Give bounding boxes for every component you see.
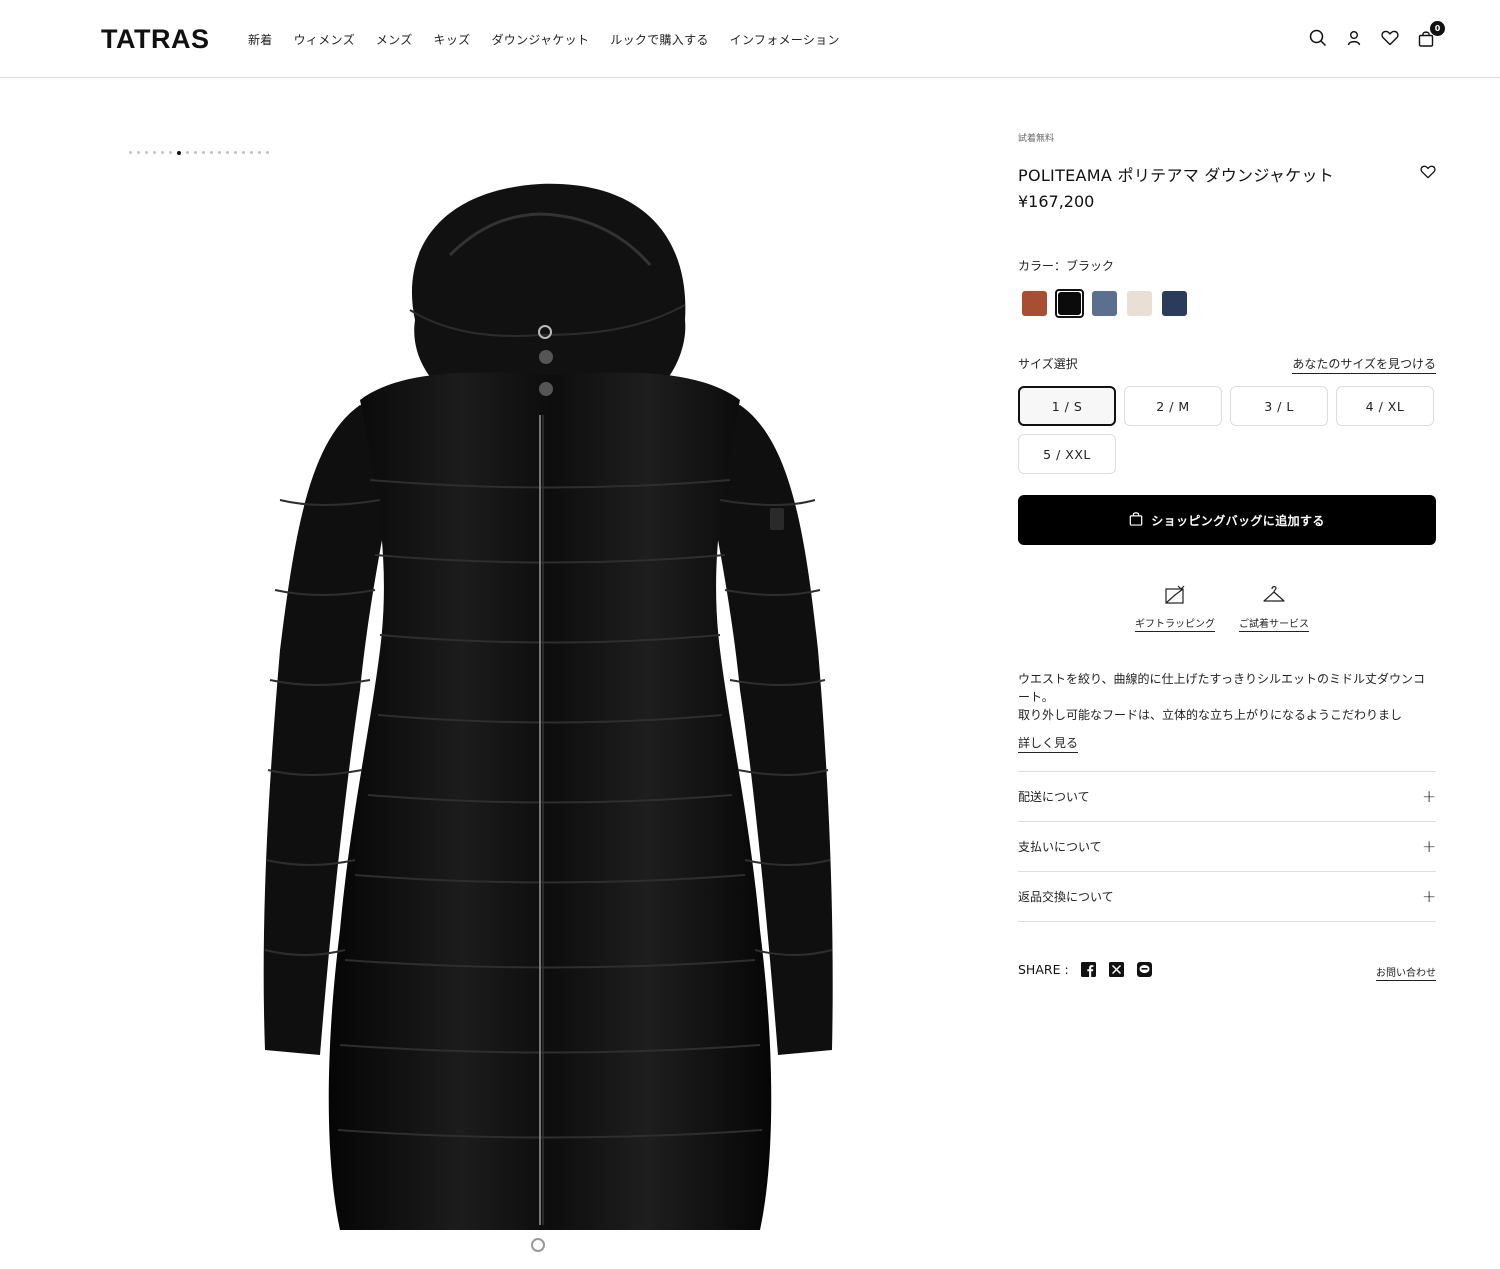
cart-count-badge: 0	[1430, 21, 1445, 36]
try-on-service-label: ご試着サービス	[1239, 615, 1309, 632]
gallery-dot[interactable]	[242, 151, 245, 154]
nav-item-new[interactable]: 新着	[248, 31, 273, 48]
gallery-dot[interactable]	[153, 151, 156, 154]
accordion-payment[interactable]: 支払いについて +	[1018, 822, 1436, 872]
read-more-link[interactable]: 詳しく見る	[1018, 734, 1079, 753]
gallery-dot[interactable]	[161, 151, 164, 154]
product-price: ¥167,200	[1018, 192, 1095, 211]
try-on-service[interactable]: ご試着サービス	[1239, 583, 1309, 632]
gallery-pagination	[129, 150, 269, 155]
nav-item-kids[interactable]: キッズ	[434, 31, 471, 48]
wishlist-heart-icon[interactable]	[1420, 164, 1436, 180]
line-icon[interactable]	[1137, 961, 1153, 977]
color-swatches	[1020, 289, 1189, 318]
size-option-2-m[interactable]: 2 / M	[1124, 386, 1222, 426]
gallery-dot[interactable]	[186, 151, 189, 154]
plus-icon: +	[1422, 836, 1437, 857]
gallery-dot[interactable]	[258, 151, 261, 154]
color-swatch-slate-blue[interactable]	[1090, 289, 1119, 318]
add-to-bag-label: ショッピングバッグに追加する	[1151, 513, 1325, 528]
bag-icon[interactable]: 0	[1416, 21, 1445, 48]
gallery-dot[interactable]	[218, 151, 221, 154]
plus-icon: +	[1422, 786, 1437, 807]
info-accordion: 配送について + 支払いについて + 返品交換について +	[1018, 771, 1436, 922]
size-option-1-s[interactable]: 1 / S	[1018, 386, 1116, 426]
color-swatch-navy[interactable]	[1160, 289, 1189, 318]
color-swatch-brown[interactable]	[1020, 289, 1049, 318]
plus-icon: +	[1422, 886, 1437, 907]
site-header: TATRAS 新着 ウィメンズ メンズ キッズ ダウンジャケット ルックで購入す…	[0, 0, 1500, 78]
product-description-text: ウエストを絞り、曲線的に仕上げたすっきりシルエットのミドル丈ダウンコート。 取り…	[1018, 672, 1426, 722]
nav-item-womens[interactable]: ウィメンズ	[294, 31, 355, 48]
gift-wrapping-label: ギフトラッピング	[1135, 615, 1215, 632]
gallery-dot[interactable]	[202, 151, 205, 154]
gallery-dot[interactable]	[129, 151, 132, 154]
gallery-dot[interactable]	[250, 151, 253, 154]
gift-wrapping-icon	[1163, 583, 1187, 607]
share-label: SHARE :	[1018, 961, 1069, 977]
nav-item-information[interactable]: インフォメーション	[730, 31, 840, 48]
accordion-returns-label: 返品交換について	[1018, 890, 1114, 904]
header-actions: 0	[1308, 21, 1445, 48]
free-trial-badge: 試着無料	[1018, 134, 1055, 144]
accordion-payment-label: 支払いについて	[1018, 840, 1102, 854]
nav-item-down-jacket[interactable]: ダウンジャケット	[491, 31, 589, 48]
contact-link[interactable]: お問い合わせ	[1376, 964, 1436, 981]
brand-logo[interactable]: TATRAS	[101, 24, 209, 55]
accordion-shipping[interactable]: 配送について +	[1018, 772, 1436, 822]
gift-wrapping-service[interactable]: ギフトラッピング	[1135, 583, 1215, 632]
color-label: カラー：ブラック	[1018, 259, 1115, 273]
gallery-dot[interactable]	[137, 151, 140, 154]
share-row: SHARE :	[1018, 961, 1153, 977]
facebook-icon[interactable]	[1081, 961, 1097, 977]
gallery-dot[interactable]	[177, 150, 181, 155]
size-option-5-xxl[interactable]: 5 / XXL	[1018, 434, 1116, 474]
gallery-dot[interactable]	[210, 151, 213, 154]
size-option-3-l[interactable]: 3 / L	[1230, 386, 1328, 426]
x-icon[interactable]	[1109, 961, 1125, 977]
gallery-dot[interactable]	[226, 151, 229, 154]
main-nav: 新着 ウィメンズ メンズ キッズ ダウンジャケット ルックで購入する インフォメ…	[248, 31, 861, 48]
nav-item-mens[interactable]: メンズ	[376, 31, 413, 48]
hanger-icon	[1262, 583, 1286, 607]
account-icon[interactable]	[1344, 28, 1364, 48]
gallery-dot[interactable]	[266, 151, 269, 154]
search-icon[interactable]	[1308, 28, 1328, 48]
add-to-bag-button[interactable]: ショッピングバッグに追加する	[1018, 495, 1436, 545]
service-links: ギフトラッピング ご試着サービス	[1135, 583, 1309, 632]
nav-item-shop-the-look[interactable]: ルックで購入する	[610, 31, 708, 48]
gallery-dot[interactable]	[169, 151, 172, 154]
gallery-dot[interactable]	[234, 151, 237, 154]
color-swatch-black[interactable]	[1055, 289, 1084, 318]
heart-icon[interactable]	[1380, 28, 1400, 48]
find-your-size-link[interactable]: あなたのサイズを見つける	[1292, 355, 1436, 374]
size-option-4-xl[interactable]: 4 / XL	[1336, 386, 1434, 426]
shopping-bag-icon	[1129, 511, 1143, 529]
accordion-shipping-label: 配送について	[1018, 790, 1090, 804]
color-swatch-beige[interactable]	[1125, 289, 1154, 318]
accordion-returns[interactable]: 返品交換について +	[1018, 872, 1436, 922]
product-title: POLITEAMA ポリテアマ ダウンジャケット	[1018, 166, 1335, 185]
gallery-dot[interactable]	[194, 151, 197, 154]
size-options: 1 / S 2 / M 3 / L 4 / XL 5 / XXL	[1018, 386, 1436, 474]
product-description: ウエストを絞り、曲線的に仕上げたすっきりシルエットのミドル丈ダウンコート。 取り…	[1018, 670, 1436, 726]
product-image[interactable]	[250, 170, 850, 1260]
size-select-label: サイズ選択	[1018, 357, 1078, 371]
gallery-dot[interactable]	[145, 151, 148, 154]
